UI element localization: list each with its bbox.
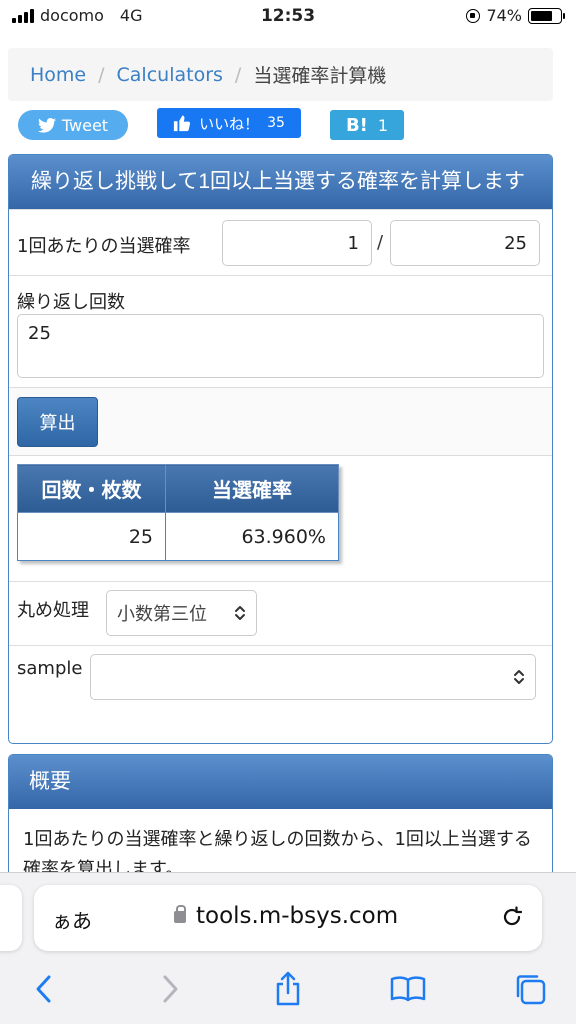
breadcrumb-home[interactable]: Home bbox=[30, 64, 86, 86]
tweet-button[interactable]: Tweet bbox=[18, 110, 128, 140]
repeat-count-input[interactable]: 25 bbox=[17, 314, 544, 378]
select-chevron-icon bbox=[514, 670, 524, 684]
forward-button[interactable] bbox=[150, 969, 190, 1009]
result-table: 回数・枚数 当選確率 25 63.960% bbox=[17, 464, 339, 561]
overview-title: 概要 bbox=[9, 755, 552, 809]
like-label: いいね！ bbox=[199, 114, 260, 133]
sample-row: sample bbox=[9, 645, 552, 715]
status-bar: docomo 4G 12:53 74% bbox=[0, 0, 576, 32]
twitter-bird-icon bbox=[37, 117, 56, 133]
hatena-bookmark-button[interactable]: B! 1 bbox=[330, 110, 404, 140]
back-button[interactable] bbox=[24, 969, 64, 1009]
breadcrumb: Home / Calculators / 当選確率計算機 bbox=[8, 48, 553, 101]
header-probability: 当選確率 bbox=[165, 464, 339, 513]
battery-icon bbox=[528, 7, 565, 24]
browser-toolbar-area: ぁあ tools.m-bsys.com bbox=[0, 872, 576, 1024]
probability-numerator-input[interactable]: 1 bbox=[222, 220, 372, 266]
sample-label: sample bbox=[17, 658, 83, 679]
previous-tab-preview[interactable] bbox=[0, 885, 22, 951]
result-row: 回数・枚数 当選確率 25 63.960% bbox=[9, 455, 552, 581]
page-content: Home / Calculators / 当選確率計算機 Tweet いいね！ … bbox=[0, 32, 576, 872]
sample-select[interactable] bbox=[90, 654, 536, 700]
chevron-left-icon bbox=[36, 975, 51, 1003]
tabs-icon bbox=[516, 975, 546, 1005]
status-right: 74% bbox=[466, 6, 565, 25]
calculate-button[interactable]: 算出 bbox=[17, 397, 98, 447]
address-bar[interactable]: ぁあ tools.m-bsys.com bbox=[34, 885, 542, 951]
table-header-row: 回数・枚数 当選確率 bbox=[17, 464, 339, 513]
probability-label: 1回あたりの当選確率 bbox=[17, 236, 191, 257]
hatena-count: 1 bbox=[377, 115, 389, 135]
like-count: 35 bbox=[267, 115, 285, 131]
overview-text: 1回あたりの当選確率と繰り返しの回数から、1回以上当選する確率を算出します。 bbox=[23, 829, 532, 872]
battery-percent: 74% bbox=[486, 6, 522, 25]
url-text[interactable]: tools.m-bsys.com bbox=[196, 903, 398, 929]
breadcrumb-separator: / bbox=[234, 63, 242, 86]
share-button[interactable] bbox=[268, 969, 308, 1009]
cell-count: 25 bbox=[17, 512, 166, 561]
repeat-label: 繰り返し回数 bbox=[17, 292, 125, 313]
rounding-row: 丸め処理 小数第三位 bbox=[9, 581, 552, 645]
reload-icon[interactable] bbox=[500, 905, 524, 929]
share-icon bbox=[276, 971, 300, 1006]
page-settings-button[interactable]: ぁあ bbox=[52, 905, 92, 934]
calculator-panel: 繰り返し挑戦して1回以上当選する確率を計算します 1回あたりの当選確率 1 / … bbox=[8, 154, 553, 744]
tabs-button[interactable] bbox=[510, 969, 550, 1009]
breadcrumb-calculators[interactable]: Calculators bbox=[117, 64, 223, 86]
thumbs-up-icon bbox=[173, 115, 191, 132]
orientation-lock-icon bbox=[466, 8, 481, 23]
browser-toolbar bbox=[0, 969, 576, 1015]
facebook-like-button[interactable]: いいね！ 35 bbox=[157, 108, 301, 138]
overview-panel: 概要 1回あたりの当選確率と繰り返しの回数から、1回以上当選する確率を算出します… bbox=[8, 754, 553, 872]
hatena-icon: B! bbox=[345, 114, 368, 136]
tweet-label: Tweet bbox=[61, 115, 109, 135]
rounding-select[interactable]: 小数第三位 bbox=[106, 590, 257, 636]
cell-probability: 63.960% bbox=[165, 512, 339, 561]
rounding-value: 小数第三位 bbox=[117, 604, 207, 625]
repeat-row: 繰り返し回数 25 bbox=[9, 275, 552, 387]
bookmarks-button[interactable] bbox=[388, 969, 428, 1009]
breadcrumb-separator: / bbox=[98, 63, 105, 86]
fraction-slash: / bbox=[377, 232, 384, 253]
book-icon bbox=[390, 976, 426, 1002]
calculate-row: 算出 bbox=[9, 387, 552, 455]
table-row: 25 63.960% bbox=[17, 512, 339, 561]
probability-denominator-input[interactable]: 25 bbox=[390, 220, 540, 266]
probability-row: 1回あたりの当選確率 1 / 25 bbox=[9, 209, 552, 275]
calculator-title: 繰り返し挑戦して1回以上当選する確率を計算します bbox=[9, 155, 552, 209]
rounding-label: 丸め処理 bbox=[17, 600, 89, 621]
select-chevron-icon bbox=[235, 606, 245, 620]
chevron-right-icon bbox=[163, 975, 178, 1003]
breadcrumb-current: 当選確率計算機 bbox=[253, 66, 387, 87]
lock-icon bbox=[174, 905, 186, 923]
header-count: 回数・枚数 bbox=[17, 464, 166, 513]
